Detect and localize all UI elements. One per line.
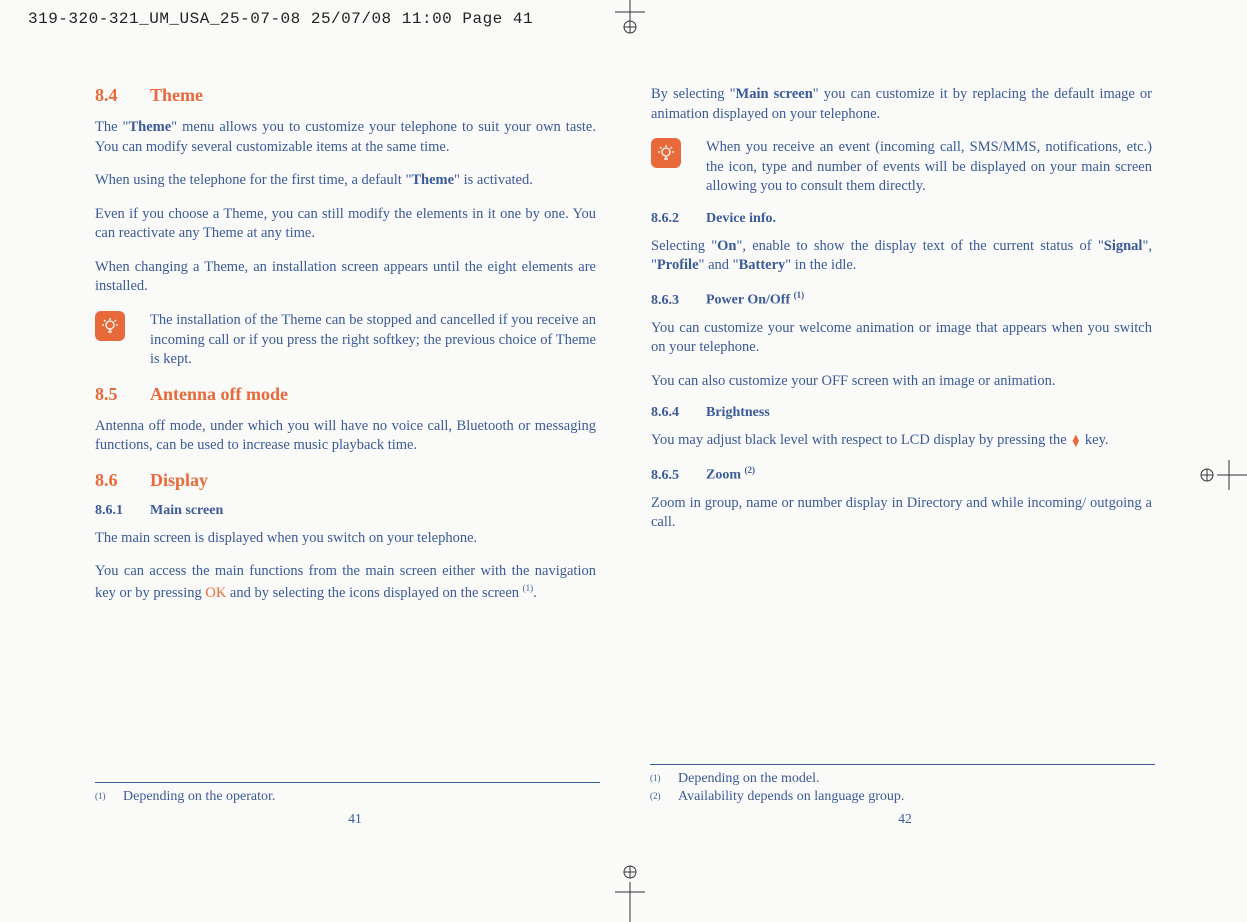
footnotes-page-41: (1) Depending on the operator. [95,782,600,807]
subheading-8-6-5: 8.6.5Zoom (2) [651,465,1152,484]
subheading-title: Device info. [706,211,776,226]
subheading-number: 8.6.1 [95,503,150,519]
footnote: (2) Availability depends on language gro… [650,789,1155,805]
heading-8-5: 8.5Antenna off mode [95,384,596,405]
lightbulb-tip-icon [95,311,125,341]
subheading-number: 8.6.2 [651,211,706,227]
body-text: When using the telephone for the first t… [95,171,596,191]
heading-title: Theme [150,85,203,105]
footnotes-page-42: (1) Depending on the model. (2) Availabi… [650,764,1155,807]
body-text: Selecting "On", enable to show the displ… [651,237,1152,276]
heading-number: 8.6 [95,470,150,491]
page-42: By selecting "Main screen" you can custo… [626,85,1152,617]
heading-title: Antenna off mode [150,384,288,404]
footnote-text: Depending on the operator. [123,789,275,805]
subheading-8-6-3: 8.6.3Power On/Off (1) [651,290,1152,309]
tip-text: The installation of the Theme can be sto… [150,311,596,370]
subheading-title: Brightness [706,405,770,420]
body-text: You can access the main functions from t… [95,562,596,603]
nav-up-down-icon: ▲▼ [1070,435,1081,447]
subheading-title: Zoom [706,468,745,483]
ok-key-label: OK [205,585,226,601]
tip-block: The installation of the Theme can be sto… [95,311,596,370]
footnote: (1) Depending on the model. [650,771,1155,787]
crop-mark-right-icon [1197,455,1247,495]
tip-text: When you receive an event (incoming call… [706,138,1152,197]
body-text: You may adjust black level with respect … [651,431,1152,451]
body-text: You can customize your welcome animation… [651,319,1152,358]
body-text: Even if you choose a Theme, you can stil… [95,205,596,244]
subheading-number: 8.6.3 [651,293,706,309]
crop-mark-bottom-icon [610,862,650,922]
crop-mark-top-icon [610,0,650,35]
body-text: Antenna off mode, under which you will h… [95,417,596,456]
print-header: 319-320-321_UM_USA_25-07-08 25/07/08 11:… [28,10,533,28]
subheading-8-6-2: 8.6.2Device info. [651,211,1152,227]
body-text: You can also customize your OFF screen w… [651,372,1152,392]
heading-8-6: 8.6Display [95,470,596,491]
page-number: 41 [305,811,405,827]
subheading-number: 8.6.4 [651,405,706,421]
subheading-title: Main screen [150,503,223,518]
body-text: When changing a Theme, an installation s… [95,258,596,297]
page-41: 8.4Theme The "Theme" menu allows you to … [95,85,626,617]
footnote-text: Availability depends on language group. [678,789,904,805]
heading-number: 8.5 [95,384,150,405]
body-text: Zoom in group, name or number display in… [651,494,1152,533]
footnote-text: Depending on the model. [678,771,820,787]
heading-number: 8.4 [95,85,150,106]
lightbulb-tip-icon [651,138,681,168]
tip-block: When you receive an event (incoming call… [651,138,1152,197]
body-text: By selecting "Main screen" you can custo… [651,85,1152,124]
page-number: 42 [855,811,955,827]
footnote-mark: (2) [650,789,678,805]
footnote: (1) Depending on the operator. [95,789,600,805]
footnote-mark: (1) [95,789,123,805]
footnote-mark: (1) [650,771,678,787]
subheading-8-6-1: 8.6.1Main screen [95,503,596,519]
heading-8-4: 8.4Theme [95,85,596,106]
body-text: The "Theme" menu allows you to customize… [95,118,596,157]
subheading-title: Power On/Off [706,293,794,308]
body-text: The main screen is displayed when you sw… [95,529,596,549]
heading-title: Display [150,470,208,490]
subheading-8-6-4: 8.6.4Brightness [651,405,1152,421]
subheading-number: 8.6.5 [651,468,706,484]
